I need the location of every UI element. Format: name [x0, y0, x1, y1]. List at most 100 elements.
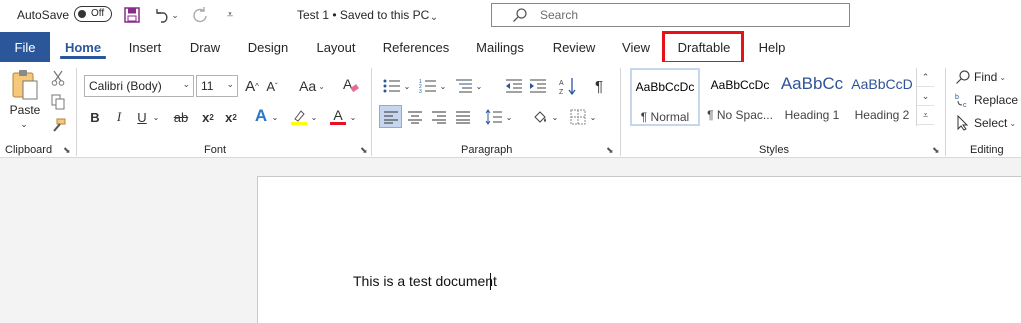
line-spacing-dropdown-icon[interactable]: ⌄ [504, 106, 514, 128]
search-box[interactable] [491, 3, 850, 27]
tab-file[interactable]: File [0, 32, 50, 62]
autosave-toggle[interactable]: Off [74, 6, 112, 22]
highlight-color-icon[interactable] [289, 106, 309, 128]
paste-button[interactable]: Paste [6, 102, 44, 118]
gallery-more-icon[interactable]: ⩡ [917, 106, 934, 125]
shrink-font-button[interactable]: Aˇ [264, 75, 280, 97]
style-heading-1[interactable]: AaBbCc Heading 1 [776, 68, 848, 126]
tab-mailings[interactable]: Mailings [469, 32, 531, 62]
tab-design[interactable]: Design [241, 32, 295, 62]
highlight-dropdown-icon[interactable]: ⌄ [309, 106, 319, 128]
copy-icon[interactable] [48, 92, 68, 112]
superscript-button[interactable]: x2 [222, 106, 240, 128]
italic-button[interactable]: I [110, 106, 128, 128]
style-preview: AaBbCcDc [710, 78, 770, 92]
sort-icon[interactable]: AZ [558, 75, 578, 97]
chevron-down-icon: ⌄ [182, 79, 190, 89]
strikethrough-button[interactable]: ab [170, 106, 192, 128]
style-heading-2[interactable]: AaBbCcD Heading 2 [846, 68, 918, 126]
tab-home[interactable]: Home [58, 32, 108, 62]
group-divider [945, 68, 946, 156]
show-formatting-marks-button[interactable]: ¶ [590, 75, 608, 97]
increase-indent-icon[interactable] [528, 75, 548, 97]
tab-references[interactable]: References [378, 32, 454, 62]
tab-draw[interactable]: Draw [183, 32, 227, 62]
tab-insert[interactable]: Insert [122, 32, 168, 62]
tab-view[interactable]: View [616, 32, 656, 62]
redo-icon[interactable] [190, 5, 210, 25]
align-left-icon[interactable] [379, 105, 402, 128]
find-label: Find [974, 70, 998, 84]
multilevel-list-icon[interactable] [454, 75, 474, 97]
font-name-select[interactable]: Calibri (Body) ⌄ [84, 75, 194, 97]
paragraph-launcher-icon[interactable]: ⬊ [606, 146, 615, 155]
clipboard-launcher-icon[interactable]: ⬊ [63, 146, 72, 155]
tab-review[interactable]: Review [547, 32, 601, 62]
change-case-glyph: Aa [299, 78, 317, 94]
styles-launcher-icon[interactable]: ⬊ [932, 146, 941, 155]
font-color-dropdown-icon[interactable]: ⌄ [348, 106, 358, 128]
line-spacing-icon[interactable] [484, 106, 504, 128]
cut-icon[interactable] [48, 68, 68, 88]
underline-dropdown-icon[interactable]: ⌄ [150, 106, 162, 128]
format-painter-icon[interactable] [48, 116, 68, 136]
align-right-icon[interactable] [429, 106, 449, 128]
document-text[interactable]: This is a test document [353, 273, 497, 289]
style-name: ¶ No Spac... [707, 108, 773, 122]
title-dropdown-icon[interactable]: ⌄ [428, 7, 440, 27]
autosave-state: Off [91, 8, 105, 19]
search-icon [513, 8, 527, 22]
clear-formatting-icon[interactable]: A [340, 73, 362, 97]
subscript-button[interactable]: x2 [199, 106, 217, 128]
numbering-icon[interactable]: 123 [418, 75, 438, 97]
text-effects-button[interactable]: A [252, 104, 270, 128]
gallery-up-icon[interactable]: ⌃ [917, 68, 934, 87]
paste-dropdown-icon[interactable]: ⌄ [18, 119, 30, 129]
ribbon: Paste ⌄ Clipboard ⬊ Calibri (Body) ⌄ 11 … [0, 62, 1021, 158]
style-normal[interactable]: AaBbCcDc ¶ Normal [630, 68, 700, 126]
font-launcher-icon[interactable]: ⬊ [360, 146, 369, 155]
draftable-highlight-box [662, 31, 744, 64]
save-icon[interactable] [122, 5, 142, 25]
justify-icon[interactable] [453, 106, 473, 128]
bullets-icon[interactable] [382, 75, 402, 97]
customize-qat-icon[interactable]: ⩡ [220, 5, 240, 25]
borders-icon[interactable] [568, 106, 588, 128]
bold-button[interactable]: B [86, 106, 104, 128]
borders-dropdown-icon[interactable]: ⌄ [588, 106, 598, 128]
decrease-indent-icon[interactable] [504, 75, 524, 97]
search-input[interactable] [540, 7, 830, 23]
replace-label: Replace [974, 93, 1019, 107]
find-button[interactable]: Find ⌄ [955, 67, 1019, 87]
svg-text:3: 3 [419, 89, 422, 94]
shading-dropdown-icon[interactable]: ⌄ [550, 106, 560, 128]
gallery-down-icon[interactable]: ⌄ [917, 87, 934, 106]
undo-dropdown-icon[interactable]: ⌄ [170, 5, 180, 25]
undo-icon[interactable] [152, 5, 172, 25]
tab-help[interactable]: Help [752, 32, 792, 62]
document-page[interactable] [257, 176, 1021, 323]
multilevel-dropdown-icon[interactable]: ⌄ [474, 75, 484, 97]
font-color-swatch [330, 121, 346, 125]
align-center-icon[interactable] [405, 106, 425, 128]
font-size-select[interactable]: 11 ⌄ [196, 75, 238, 97]
select-button[interactable]: Select ⌄ [955, 113, 1021, 133]
change-case-button[interactable]: Aa ⌄ [296, 75, 328, 97]
replace-icon: bc [955, 94, 967, 108]
grow-font-button[interactable]: A ^ [243, 75, 261, 97]
autosave-label: AutoSave [17, 8, 70, 22]
shading-icon[interactable] [530, 106, 550, 128]
numbering-dropdown-icon[interactable]: ⌄ [438, 75, 448, 97]
style-name: Heading 1 [784, 108, 840, 122]
paste-icon[interactable] [6, 68, 42, 102]
text-effects-dropdown-icon[interactable]: ⌄ [270, 106, 280, 128]
style-no-spacing[interactable]: AaBbCcDc ¶ No Spac... [704, 68, 776, 126]
tab-layout[interactable]: Layout [309, 32, 363, 62]
bullets-dropdown-icon[interactable]: ⌄ [402, 75, 412, 97]
cursor-arrow-icon [957, 115, 969, 131]
replace-button[interactable]: bc Replace [955, 90, 1021, 110]
paragraph-group-label: Paragraph [461, 144, 513, 156]
document-title[interactable]: Test 1 • Saved to this PC [297, 8, 429, 22]
font-color-button[interactable]: A [328, 104, 348, 128]
underline-button[interactable]: U [134, 106, 150, 128]
